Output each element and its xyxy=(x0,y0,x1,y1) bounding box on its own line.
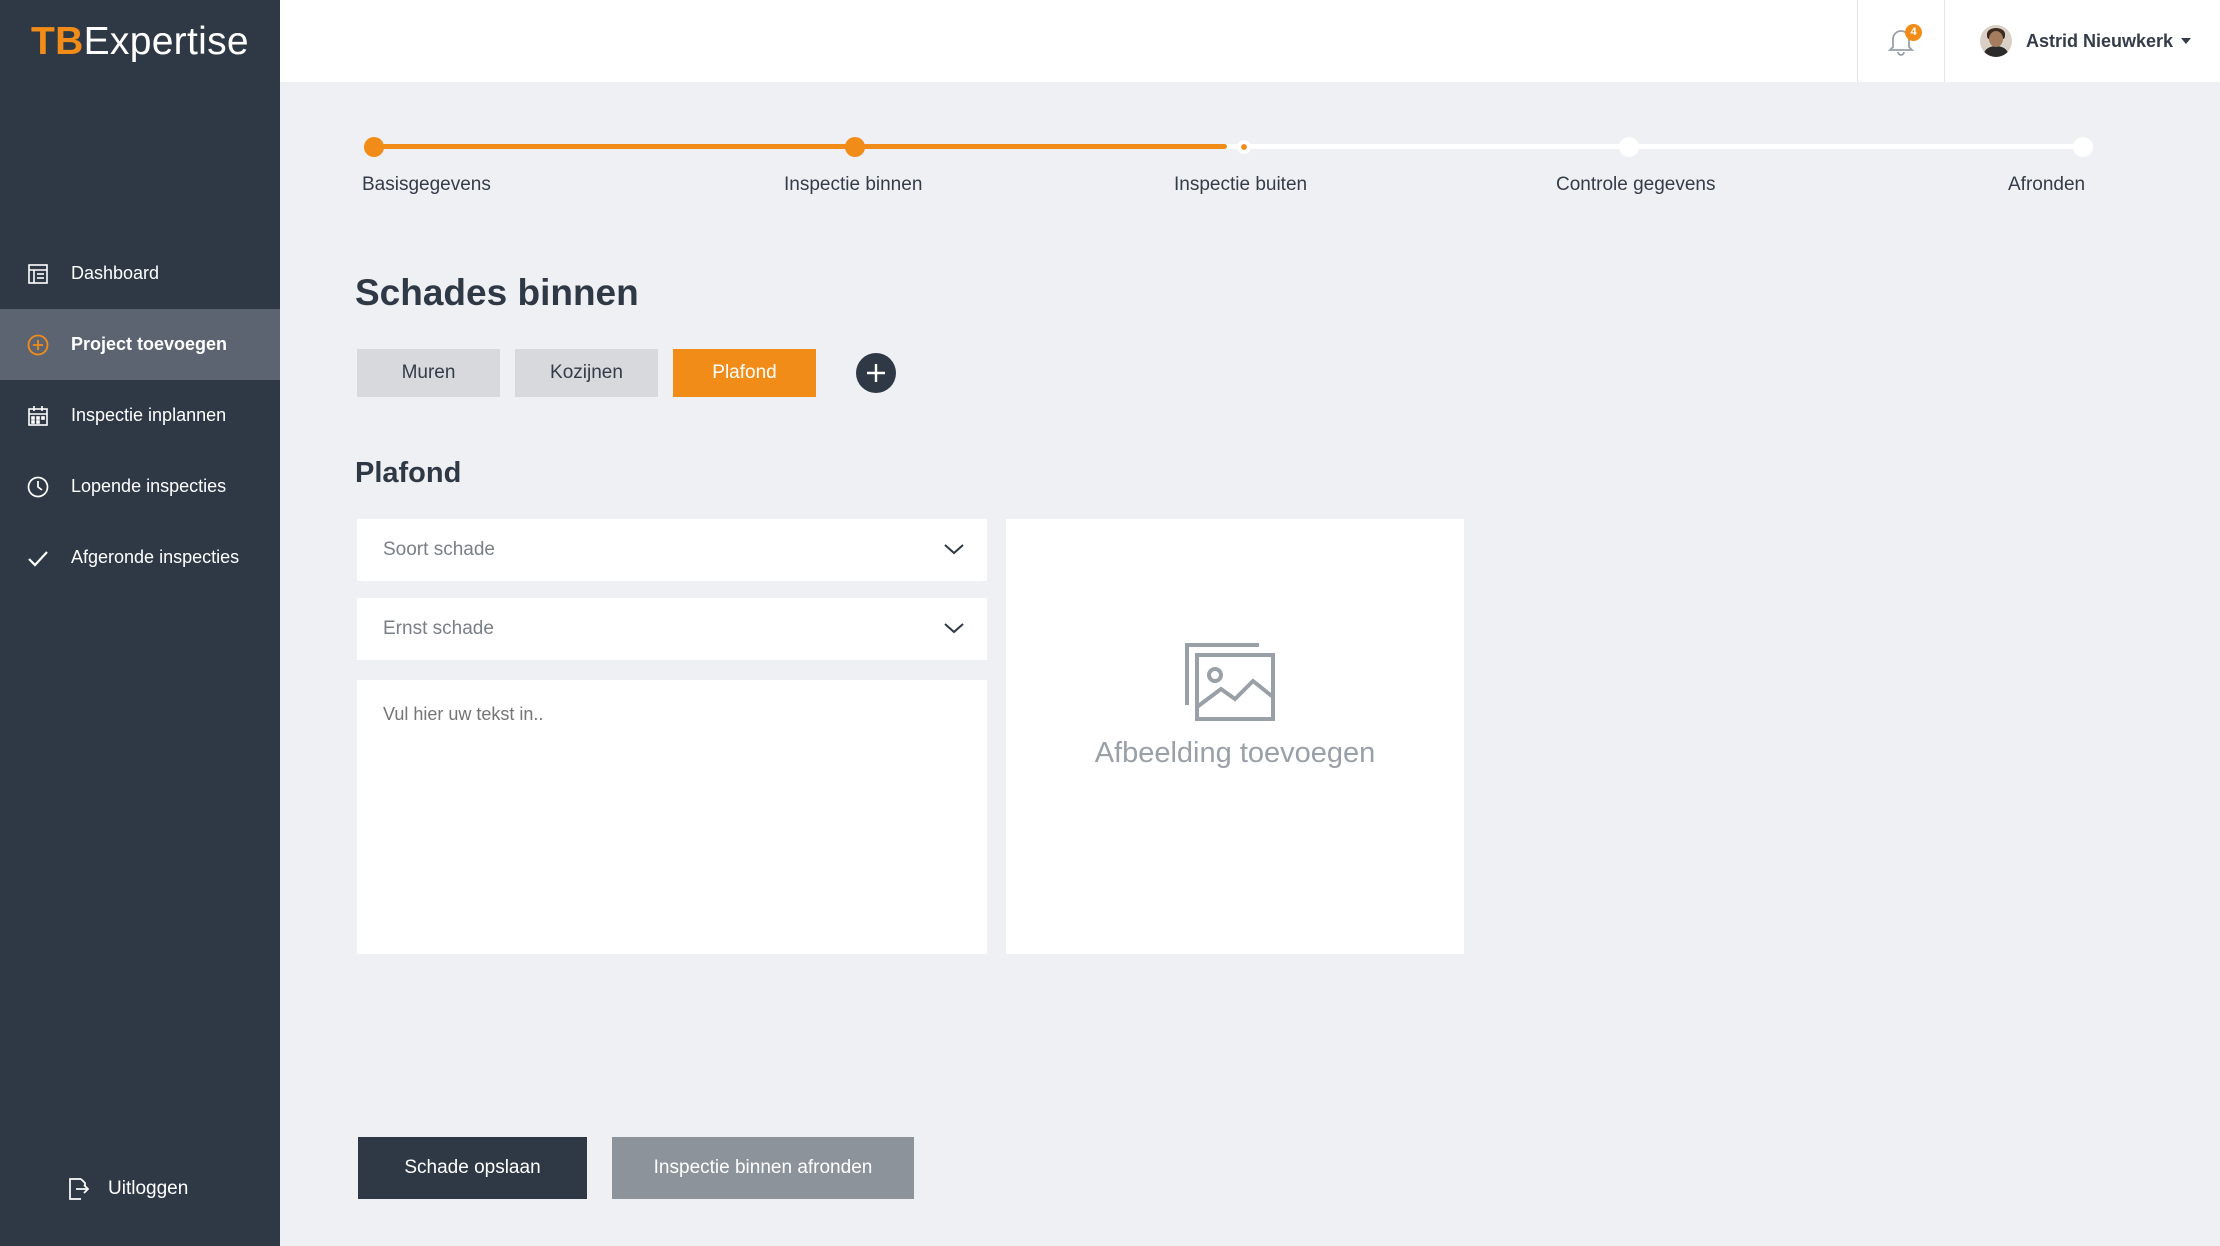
app-logo[interactable]: TBExpertise xyxy=(31,20,249,64)
section-title: Plafond xyxy=(355,457,462,489)
sidebar: TBExpertise Dashboard Project toevoegen … xyxy=(0,0,280,1246)
add-tab-button[interactable] xyxy=(856,353,896,393)
logo-prefix: TB xyxy=(31,20,84,63)
plus-circle-icon xyxy=(25,332,51,358)
sidebar-item-lopende-inspecties[interactable]: Lopende inspecties xyxy=(0,451,280,522)
chevron-down-icon xyxy=(944,544,964,555)
sidebar-item-project-toevoegen[interactable]: Project toevoegen xyxy=(0,309,280,380)
severity-select[interactable]: Ernst schade xyxy=(357,598,987,660)
user-name: Astrid Nieuwkerk xyxy=(2026,30,2174,51)
sidebar-item-label: Lopende inspecties xyxy=(71,476,227,496)
save-damage-button[interactable]: Schade opslaan xyxy=(358,1137,587,1199)
tab-muren[interactable]: Muren xyxy=(357,349,500,397)
tab-plafond[interactable]: Plafond xyxy=(673,349,816,397)
step-dot-inspectie-binnen[interactable] xyxy=(845,137,865,157)
step-label-inspectie-buiten: Inspectie buiten xyxy=(1174,174,1308,195)
step-dot-inspectie-buiten[interactable] xyxy=(1237,140,1251,154)
image-icon xyxy=(1185,643,1275,721)
tab-kozijnen[interactable]: Kozijnen xyxy=(515,349,658,397)
finish-inspection-button[interactable]: Inspectie binnen afronden xyxy=(612,1137,914,1199)
sidebar-item-label: Dashboard xyxy=(71,263,160,283)
user-menu[interactable]: Astrid Nieuwkerk xyxy=(1980,0,2192,82)
logout-label: Uitloggen xyxy=(108,1178,189,1199)
plus-icon xyxy=(867,364,885,382)
clock-icon xyxy=(25,474,51,500)
step-label-afronden: Afronden xyxy=(2008,174,2086,195)
check-icon xyxy=(25,545,51,571)
step-label-controle-gegevens: Controle gegevens xyxy=(1556,174,1716,195)
step-dot-basisgegevens[interactable] xyxy=(364,137,384,157)
add-image-label: Afbeelding toevoegen xyxy=(1094,737,1376,769)
step-dot-controle-gegevens[interactable] xyxy=(1619,137,1639,157)
dashboard-icon xyxy=(25,261,51,287)
avatar xyxy=(1980,25,2012,57)
step-label-basisgegevens: Basisgegevens xyxy=(362,174,491,195)
damage-type-placeholder: Soort schade xyxy=(383,539,495,560)
caret-down-icon xyxy=(2181,38,2192,44)
damage-tabs: Muren Kozijnen Plafond xyxy=(357,349,896,397)
add-image-dropzone[interactable]: Afbeelding toevoegen xyxy=(1006,519,1464,954)
progress-stepper: Basisgegevens Inspectie binnen Inspectie… xyxy=(280,110,2220,210)
stepper-progress xyxy=(374,144,1227,149)
sidebar-item-label: Afgeronde inspecties xyxy=(71,547,240,567)
sidebar-item-dashboard[interactable]: Dashboard xyxy=(0,238,280,309)
notifications-button[interactable]: 4 xyxy=(1857,0,1945,82)
sidebar-item-inspectie-inplannen[interactable]: Inspectie inplannen xyxy=(0,380,280,451)
logout-button[interactable]: Uitloggen xyxy=(66,1176,188,1202)
calendar-icon xyxy=(25,403,51,429)
sidebar-nav: Dashboard Project toevoegen Inspectie in… xyxy=(0,238,280,593)
step-label-inspectie-binnen: Inspectie binnen xyxy=(784,174,923,195)
logout-icon xyxy=(66,1176,90,1202)
top-bar: 4 Astrid Nieuwkerk xyxy=(280,0,2220,82)
step-dot-afronden[interactable] xyxy=(2073,137,2093,157)
logo-suffix: Expertise xyxy=(83,20,249,63)
sidebar-item-label: Inspectie inplannen xyxy=(71,405,227,425)
sidebar-item-label: Project toevoegen xyxy=(71,334,228,354)
sidebar-item-afgeronde-inspecties[interactable]: Afgeronde inspecties xyxy=(0,522,280,593)
damage-type-select[interactable]: Soort schade xyxy=(357,519,987,581)
severity-placeholder: Ernst schade xyxy=(383,618,494,639)
notes-textarea[interactable] xyxy=(357,680,987,954)
page-title: Schades binnen xyxy=(355,272,639,313)
chevron-down-icon xyxy=(944,623,964,634)
notification-badge: 4 xyxy=(1905,24,1922,41)
